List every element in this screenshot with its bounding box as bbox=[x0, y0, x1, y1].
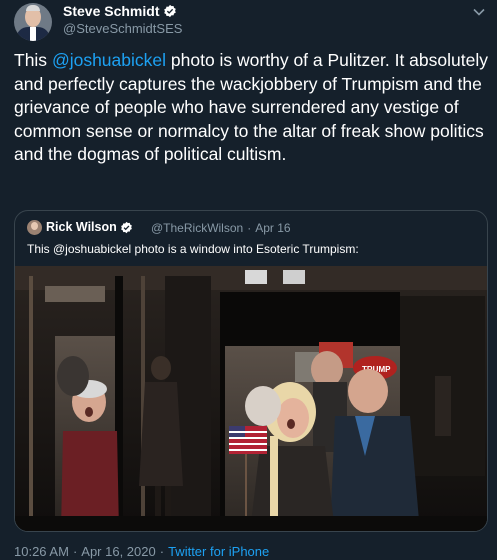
quoted-tweet[interactable]: Rick Wilson @TheRickWilson · Apr 16 This… bbox=[14, 210, 488, 532]
tweet-time[interactable]: 10:26 AM bbox=[14, 544, 69, 559]
quoted-photo[interactable]: TRUMP bbox=[15, 266, 487, 531]
author-name[interactable]: Steve Schmidt bbox=[63, 3, 159, 19]
quoted-date[interactable]: Apr 16 bbox=[255, 221, 290, 235]
tweet-date[interactable]: Apr 16, 2020 bbox=[81, 544, 155, 559]
verified-badge-icon bbox=[164, 4, 177, 18]
tweet-text-start: This bbox=[14, 50, 52, 70]
tweet: Steve Schmidt @SteveSchmidtSES This @jos… bbox=[0, 0, 497, 560]
tweet-footer: 10:26 AM · Apr 16, 2020 · Twitter for iP… bbox=[14, 544, 269, 559]
mention-link[interactable]: @joshuabickel bbox=[52, 50, 166, 70]
author-name-row[interactable]: Steve Schmidt bbox=[63, 3, 177, 19]
author-avatar[interactable] bbox=[14, 3, 52, 41]
footer-separator: · bbox=[72, 544, 78, 559]
tweet-source-link[interactable]: Twitter for iPhone bbox=[168, 544, 269, 559]
footer-separator: · bbox=[159, 544, 165, 559]
quoted-author-name[interactable]: Rick Wilson bbox=[46, 220, 117, 234]
chevron-down-icon[interactable] bbox=[473, 8, 485, 16]
quoted-meta: @TheRickWilson · Apr 16 bbox=[151, 221, 291, 235]
quoted-separator: · bbox=[247, 221, 252, 235]
quoted-author-name-row[interactable]: Rick Wilson bbox=[46, 220, 133, 234]
photo-illustration: TRUMP bbox=[15, 266, 487, 531]
quoted-author-handle[interactable]: @TheRickWilson bbox=[151, 221, 243, 235]
tweet-text: This @joshuabickel photo is worthy of a … bbox=[14, 49, 490, 167]
verified-badge-icon bbox=[120, 221, 132, 233]
author-handle[interactable]: @SteveSchmidtSES bbox=[63, 21, 182, 36]
quoted-tweet-text: This @joshuabickel photo is a window int… bbox=[27, 242, 359, 256]
quoted-author-avatar[interactable] bbox=[27, 220, 42, 235]
